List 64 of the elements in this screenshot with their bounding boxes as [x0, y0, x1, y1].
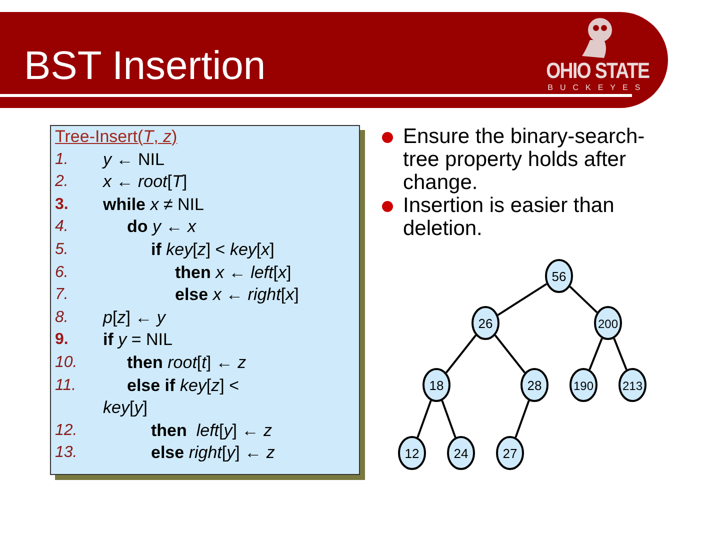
bullet-icon [382, 132, 393, 143]
tree-node [422, 368, 450, 402]
line-number: 13. [55, 443, 78, 464]
tree-edge [494, 334, 526, 374]
line-number: 1. [55, 150, 70, 170]
logo-tagline: BUCKEYES [548, 84, 648, 92]
node-key: 56 [552, 269, 566, 284]
code-line: else if key[z] < [127, 374, 240, 397]
tree-node [594, 306, 622, 340]
line-number: 8. [55, 308, 70, 328]
line-number: 12. [55, 420, 78, 441]
line-number: 3. [55, 194, 70, 215]
code-line: while x ≠ NIL [103, 194, 204, 216]
tree-edge [613, 338, 628, 370]
bullet-icon [382, 201, 393, 212]
line-number: 9. [55, 330, 70, 350]
code-line: y ← NIL [103, 148, 164, 171]
line-number: 10. [55, 352, 78, 373]
node-key: 213 [622, 379, 643, 393]
line-number: 4. [55, 217, 70, 238]
code-line: if key[z] < key[x] [151, 238, 274, 261]
node-key: 24 [454, 446, 468, 461]
tree-node [570, 368, 598, 402]
node-key: 28 [527, 378, 542, 393]
code-line: then x ← left[x] [175, 262, 292, 284]
node-key: 18 [429, 378, 444, 393]
tree-node [472, 306, 500, 340]
code-line: if y = NIL [103, 329, 172, 352]
procedure-title: Tree-Insert(T, z) [55, 127, 178, 146]
node-key: 200 [598, 317, 618, 331]
code-line: then left[y] ← z [151, 420, 272, 442]
bullet-text: Insertion is easier than deletion. [403, 194, 616, 240]
tree-node [447, 436, 475, 470]
code-line: do y ← x [127, 216, 196, 238]
code-line: else x ← right[x] [175, 284, 299, 306]
line-number: 11. [55, 376, 78, 396]
tree-edge [588, 338, 603, 370]
tree-node [398, 436, 426, 470]
tree-edge [441, 400, 456, 438]
code-line: else right[y] ← z [151, 442, 275, 464]
tree-edge [497, 283, 548, 316]
node-key: 27 [502, 446, 518, 461]
code-line: key[y] [103, 397, 148, 420]
tree-node [496, 436, 524, 470]
node-key: 190 [573, 379, 594, 393]
bullet-text: Ensure the binary-search-tree property holds after change. [403, 125, 646, 194]
node-key: 26 [478, 316, 493, 331]
tree-edge [514, 400, 530, 438]
tree-edge [569, 286, 598, 314]
logo-wordmark: OHIO STATE [546, 60, 649, 82]
code-line: x ← root[T] [103, 171, 188, 194]
line-number: 6. [55, 262, 70, 283]
tree-node [618, 368, 646, 402]
code-line: then root[t] ← z [127, 352, 246, 374]
line-number: 5. [55, 240, 70, 260]
tree-node [545, 259, 573, 293]
tree-edge [445, 334, 477, 374]
node-key: 12 [404, 446, 420, 461]
tree-edge [416, 400, 432, 438]
line-number: 2. [55, 172, 70, 192]
slide-title: BST Insertion [24, 46, 266, 86]
code-line: p[z] ← y [103, 306, 166, 329]
line-number: 7. [55, 285, 70, 306]
tree-node [520, 368, 548, 402]
